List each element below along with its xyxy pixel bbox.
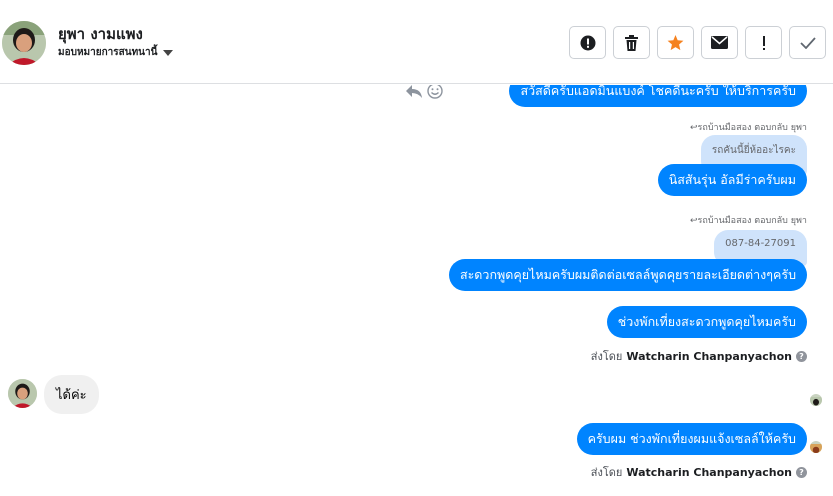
reply-arrow-icon: ↩ <box>689 216 698 226</box>
mark-unread-button[interactable] <box>701 26 738 59</box>
outgoing-message[interactable]: ช่วงพักเที่ยงสะดวกพูดคุยไหมครับ <box>606 306 807 338</box>
contact-avatar[interactable] <box>2 21 46 65</box>
assign-conversation[interactable]: มอบหมายการสนทนานี้ <box>58 45 174 60</box>
check-icon <box>799 36 816 49</box>
incoming-message[interactable]: ได้ค่ะ <box>44 375 99 414</box>
reply-indicator: ↩รถบ้านมือสอง ตอบกลับ ยุพา <box>690 120 807 134</box>
delete-button[interactable] <box>613 26 650 59</box>
contact-name: ยุพา งามแพง <box>58 25 143 43</box>
header-actions <box>569 26 826 59</box>
mark-done-button[interactable] <box>789 26 826 59</box>
outgoing-message[interactable]: สวัสดีครับแอดมินแบงค์ โชคดีนะครับ ให้บริ… <box>509 85 807 107</box>
seen-avatar <box>810 394 822 406</box>
sender-name: Watcharin Chanpanyachon <box>626 465 792 479</box>
reply-indicator: ↩รถบ้านมือสอง ตอบกลับ ยุพา <box>690 213 807 227</box>
spam-button[interactable] <box>569 26 606 59</box>
message-tools <box>405 85 443 99</box>
outgoing-message[interactable]: นิสสันรุ่น อัลมีร่าครับผม <box>657 164 807 196</box>
caret-down-icon[interactable] <box>163 49 174 56</box>
sent-by-label: ส่งโดย Watcharin Chanpanyachon ? <box>591 347 807 365</box>
reply-indicator-text: รถบ้านมือสอง ตอบกลับ ยุพา <box>697 216 807 226</box>
assign-label: มอบหมายการสนทนานี้ <box>58 47 158 58</box>
seen-avatar <box>810 441 822 453</box>
contact-avatar-small[interactable] <box>8 379 37 408</box>
star-icon <box>667 34 684 50</box>
sent-by-label: ส่งโดย Watcharin Chanpanyachon ? <box>591 463 807 481</box>
star-button[interactable] <box>657 26 694 59</box>
follow-up-button[interactable] <box>745 26 782 59</box>
emoji-icon[interactable] <box>427 85 443 99</box>
envelope-icon <box>711 36 728 49</box>
sent-by-prefix: ส่งโดย <box>590 466 623 479</box>
outgoing-message[interactable]: สะดวกพูดคุยไหมครับผมติดต่อเซลล์พูดคุยราย… <box>448 259 807 291</box>
help-icon[interactable]: ? <box>796 350 807 362</box>
reply-arrow-icon: ↩ <box>689 123 698 133</box>
exclamation-icon <box>762 35 765 50</box>
reply-icon[interactable] <box>405 85 423 99</box>
trash-icon <box>625 34 638 51</box>
conversation-header: ยุพา งามแพง มอบหมายการสนทนานี้ <box>0 0 833 84</box>
alert-icon <box>580 35 595 50</box>
outgoing-message[interactable]: ครับผม ช่วงพักเที่ยงผมแจ้งเซลล์ให้ครับ <box>576 423 807 455</box>
sent-by-prefix: ส่งโดย <box>590 350 623 363</box>
reply-indicator-text: รถบ้านมือสอง ตอบกลับ ยุพา <box>697 123 807 133</box>
message-thread[interactable]: สวัสดีครับแอดมินแบงค์ โชคดีนะครับ ให้บริ… <box>0 85 833 496</box>
help-icon[interactable]: ? <box>796 466 807 478</box>
sender-name: Watcharin Chanpanyachon <box>626 349 792 363</box>
